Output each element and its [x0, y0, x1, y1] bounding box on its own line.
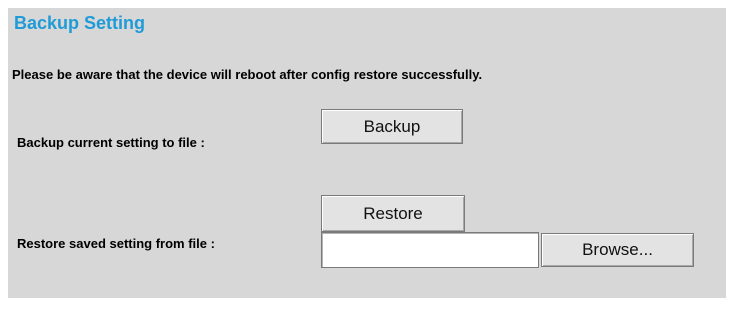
page-title: Backup Setting — [14, 13, 146, 33]
restore-label: Restore saved setting from file : — [17, 236, 215, 251]
browse-button[interactable]: Browse... — [541, 233, 694, 267]
reboot-notice: Please be aware that the device will reb… — [12, 67, 483, 82]
backup-button[interactable]: Backup — [321, 109, 463, 144]
backup-setting-panel: Backup Setting Please be aware that the … — [8, 8, 726, 298]
restore-button[interactable]: Restore — [321, 195, 465, 232]
backup-label: Backup current setting to file : — [17, 135, 205, 150]
restore-file-input[interactable] — [321, 232, 539, 268]
